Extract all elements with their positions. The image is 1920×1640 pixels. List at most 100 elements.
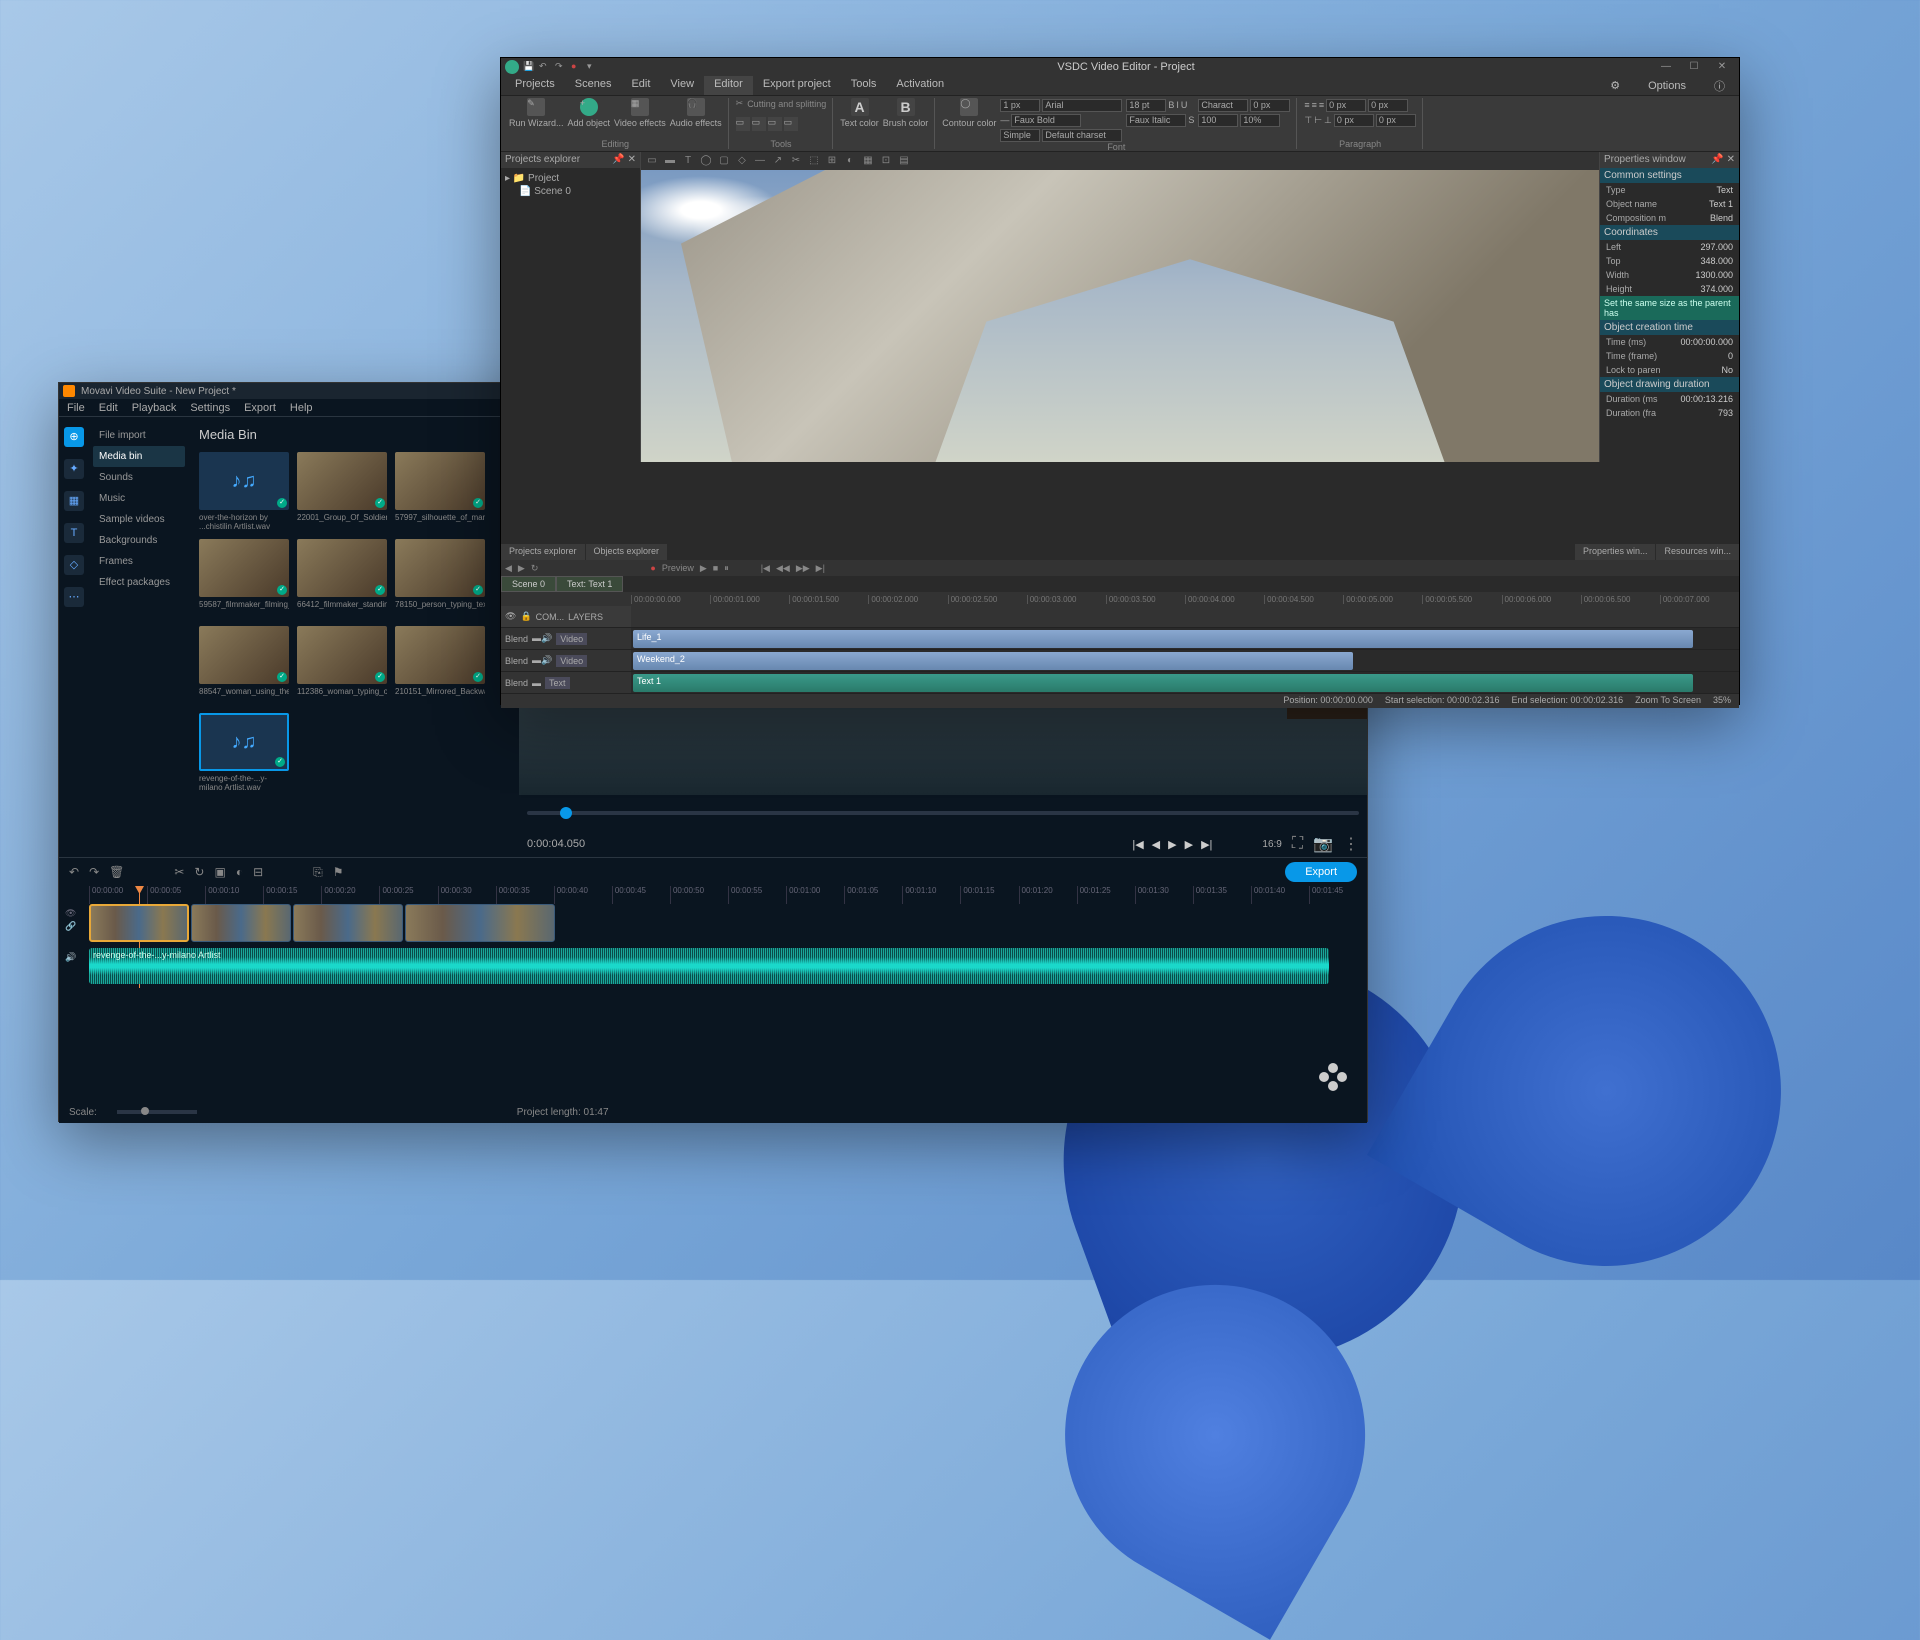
preview-stop-icon[interactable]: ■: [713, 563, 718, 573]
section-common[interactable]: Common settings: [1600, 168, 1739, 183]
sidebar-more-icon[interactable]: ⋯: [64, 587, 84, 607]
clip-life[interactable]: Life_1: [633, 630, 1693, 648]
prop-left[interactable]: 297.000: [1700, 242, 1733, 252]
options-gear-icon[interactable]: ⚙: [1600, 77, 1630, 94]
tool-icon[interactable]: ✂: [789, 154, 803, 168]
timeline-back-icon[interactable]: ◀: [505, 563, 512, 574]
audio-track[interactable]: 🔊 revenge-of-the-...y-milano Artlist: [89, 948, 1367, 988]
font-size[interactable]: 18 pt: [1126, 99, 1166, 112]
media-thumb[interactable]: ✓210151_Mirrored_Backwards_Skyline_City_…: [395, 626, 485, 705]
tool-icon[interactable]: ▭: [784, 117, 798, 131]
media-thumb[interactable]: ✓78150_person_typing_text_on_a_laptop_c.…: [395, 539, 485, 618]
help-icon[interactable]: ⓘ: [1704, 76, 1735, 96]
tool-icon[interactable]: ◯: [699, 154, 713, 168]
tool-icon[interactable]: ◐: [843, 154, 857, 168]
nav-music[interactable]: Music: [93, 488, 185, 509]
qat-save-icon[interactable]: 💾: [523, 61, 535, 73]
valign-icon[interactable]: ⊤: [1304, 115, 1312, 126]
menu-help[interactable]: Help: [290, 399, 313, 416]
tool-icon[interactable]: ⊡: [879, 154, 893, 168]
marker-icon[interactable]: ⚑: [333, 865, 344, 879]
media-thumb[interactable]: ♪♫✓over-the-horizon by ...chistilin Artl…: [199, 452, 289, 531]
timeline-clip-1[interactable]: [89, 904, 189, 942]
tab-projects[interactable]: Projects: [505, 76, 565, 95]
status-zoom[interactable]: Zoom To Screen: [1635, 695, 1701, 707]
font-name[interactable]: Arial: [1042, 99, 1122, 112]
track-row-2[interactable]: Blend▬🔊Video: [501, 650, 631, 672]
more-icon[interactable]: ⋮: [1343, 834, 1359, 854]
bottom-tab-properties[interactable]: Properties win...: [1575, 544, 1656, 560]
timeline-clip-2[interactable]: [191, 904, 291, 942]
camera-icon[interactable]: 📷: [1313, 834, 1333, 854]
qat-redo-icon[interactable]: ↷: [555, 61, 567, 73]
track-visibility-icon[interactable]: 👁: [65, 908, 85, 919]
video-preview[interactable]: [641, 170, 1599, 462]
tool-icon[interactable]: —: [753, 154, 767, 168]
panel-pin-icon[interactable]: 📌 ✕: [612, 154, 636, 166]
tool-icon[interactable]: ▭: [736, 117, 750, 131]
line-style[interactable]: Simple: [1000, 129, 1040, 142]
tool-icon[interactable]: T: [681, 154, 695, 168]
brush-color-button[interactable]: BBrush color: [883, 98, 929, 128]
color-icon[interactable]: ◐: [236, 865, 243, 879]
minimize-icon[interactable]: —: [1653, 59, 1679, 75]
panel-pin-icon[interactable]: 📌 ✕: [1711, 154, 1735, 166]
tab-scenes[interactable]: Scenes: [565, 76, 622, 95]
audio-clip[interactable]: revenge-of-the-...y-milano Artlist: [89, 948, 1329, 984]
tree-scene[interactable]: 📄 Scene 0: [505, 185, 636, 198]
tab-view[interactable]: View: [660, 76, 704, 95]
prop-top[interactable]: 348.000: [1700, 256, 1733, 266]
menu-settings[interactable]: Settings: [190, 399, 230, 416]
line-width[interactable]: 1 px: [1000, 99, 1040, 112]
prop-width[interactable]: 1300.000: [1695, 270, 1733, 280]
export-button[interactable]: Export: [1285, 862, 1357, 882]
tool-icon[interactable]: ▭: [645, 154, 659, 168]
prev-icon[interactable]: ◀: [1152, 838, 1160, 851]
media-thumb[interactable]: ✓22001_Group_Of_Soldiers_In_Abandoned_..…: [297, 452, 387, 531]
to-end-icon[interactable]: ▶|: [816, 563, 825, 574]
prop-height[interactable]: 374.000: [1700, 284, 1733, 294]
maximize-icon[interactable]: ☐: [1681, 59, 1707, 75]
prop-object-name[interactable]: Text 1: [1709, 199, 1733, 209]
tab-export[interactable]: Export project: [753, 76, 841, 95]
timeline-fwd-icon[interactable]: ▶: [518, 563, 525, 574]
charset[interactable]: Default charset: [1042, 129, 1122, 142]
options-label[interactable]: Options: [1638, 78, 1696, 94]
font-style[interactable]: Faux Italic: [1126, 114, 1186, 127]
sidebar-titles-icon[interactable]: T: [64, 523, 84, 543]
sidebar-stickers-icon[interactable]: ◇: [64, 555, 84, 575]
nav-sounds[interactable]: Sounds: [93, 467, 185, 488]
valign-icon[interactable]: ⊥: [1324, 115, 1332, 126]
vsdc-ruler[interactable]: 00:00:00.00000:00:01.00000:00:01.50000:0…: [501, 592, 1739, 606]
tool-icon[interactable]: ◇: [735, 154, 749, 168]
sidebar-transitions-icon[interactable]: ▦: [64, 491, 84, 511]
audio-effects-button[interactable]: 🎧Audio effects: [670, 98, 722, 128]
nav-sample-videos[interactable]: Sample videos: [93, 509, 185, 530]
tool-icon[interactable]: ↗: [771, 154, 785, 168]
font-weight[interactable]: Faux Bold: [1011, 114, 1081, 127]
undo-icon[interactable]: ↶: [69, 865, 79, 879]
run-wizard-button[interactable]: ✎Run Wizard...: [509, 98, 564, 128]
menu-playback[interactable]: Playback: [132, 399, 177, 416]
scene-tab-1[interactable]: Text: Text 1: [556, 576, 623, 592]
media-thumb[interactable]: ✓57997_silhouette_of_man_watching_a_mo..…: [395, 452, 485, 531]
next-frame-icon[interactable]: ▶|: [1201, 838, 1212, 851]
contour-button[interactable]: ◯Contour color: [942, 98, 996, 142]
qat-more-icon[interactable]: ▾: [587, 61, 599, 73]
clip-text[interactable]: Text 1: [633, 674, 1693, 692]
split-icon[interactable]: ⊟: [253, 865, 263, 879]
nav-media-bin[interactable]: Media bin: [93, 446, 185, 467]
nav-file-import[interactable]: File import: [93, 425, 185, 446]
nav-effect-packages[interactable]: Effect packages: [93, 572, 185, 593]
next-icon[interactable]: ▶: [1185, 838, 1193, 851]
qat-rec-icon[interactable]: ●: [571, 61, 583, 73]
preview-play-icon[interactable]: ▶: [700, 563, 707, 574]
section-drawing[interactable]: Object drawing duration: [1600, 377, 1739, 392]
nav-backgrounds[interactable]: Backgrounds: [93, 530, 185, 551]
timeline-clip-3[interactable]: [293, 904, 403, 942]
vsdc-titlebar[interactable]: 💾 ↶ ↷ ● ▾ VSDC Video Editor - Project — …: [501, 58, 1739, 76]
tab-edit[interactable]: Edit: [621, 76, 660, 95]
video-effects-button[interactable]: ▦Video effects: [614, 98, 666, 128]
progress-bar[interactable]: [527, 811, 1359, 815]
step-back-icon[interactable]: ◀◀: [776, 563, 790, 574]
